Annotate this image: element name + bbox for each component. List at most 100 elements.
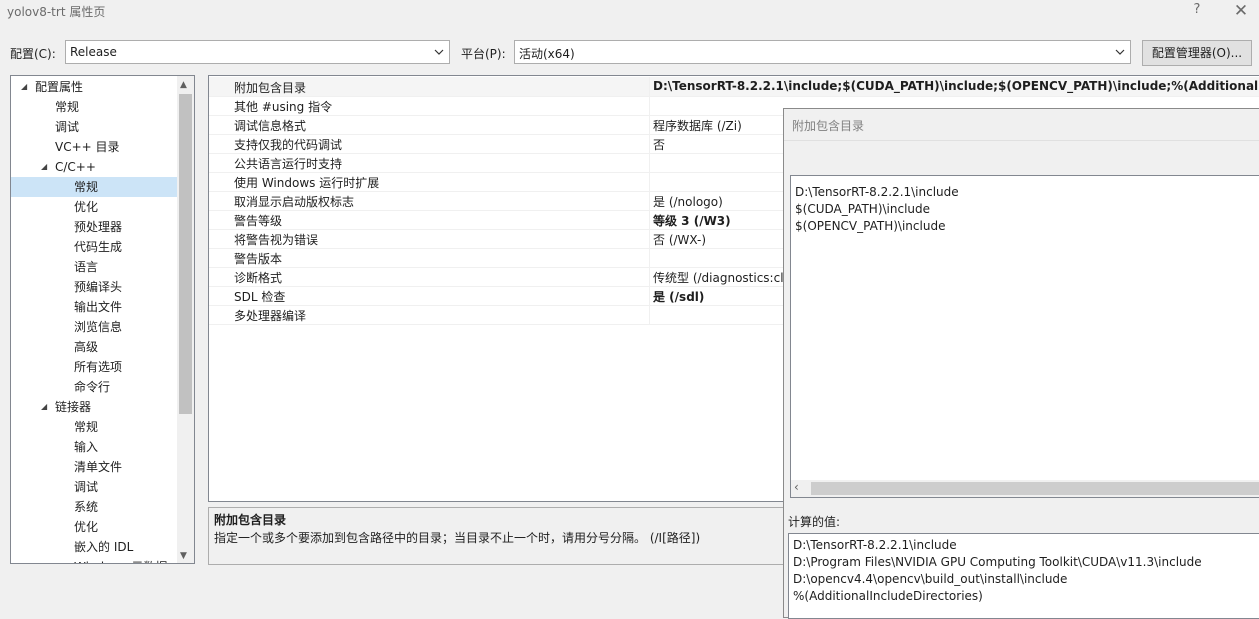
- tree-item-label: 常规: [74, 180, 99, 194]
- platform-select[interactable]: 活动(x64): [514, 40, 1131, 64]
- tree-item-label: 常规: [55, 100, 80, 114]
- chevron-down-icon: [434, 49, 444, 55]
- property-value[interactable]: 否 (/WX-): [653, 231, 706, 248]
- tree-item[interactable]: ◢ 配置属性: [11, 77, 177, 97]
- property-value[interactable]: 是 (/sdl): [653, 288, 704, 305]
- scroll-thumb[interactable]: [811, 482, 1259, 495]
- tree-item-label: 所有选项: [74, 360, 123, 374]
- tree-item[interactable]: 输入: [11, 437, 177, 457]
- tree-item[interactable]: ◢ C/C++: [11, 157, 177, 177]
- tree-item[interactable]: 浏览信息: [11, 317, 177, 337]
- column-divider: [649, 77, 650, 96]
- tree-item-label: 代码生成: [74, 240, 123, 254]
- tree-item-label: 预处理器: [74, 220, 123, 234]
- tree-item[interactable]: 所有选项: [11, 357, 177, 377]
- property-name: 警告版本: [234, 252, 283, 266]
- description-text: 指定一个或多个要添加到包含路径中的目录；当目录不止一个时，请用分号分隔。 (/I…: [214, 531, 701, 545]
- tree-item[interactable]: 系统: [11, 497, 177, 517]
- property-name: 多处理器编译: [234, 309, 307, 323]
- tree-item-label: 调试: [74, 480, 99, 494]
- scroll-left-icon[interactable]: ‹: [794, 480, 799, 494]
- config-manager-button[interactable]: 配置管理器(O)...: [1142, 40, 1252, 66]
- property-name: 调试信息格式: [234, 119, 307, 133]
- window-title: yolov8-trt 属性页: [7, 5, 106, 19]
- tree-item[interactable]: 常规: [11, 177, 177, 197]
- tree-item-label: C/C++: [55, 160, 96, 174]
- property-name: 取消显示启动版权标志: [234, 195, 355, 209]
- column-divider: [649, 115, 650, 134]
- property-value[interactable]: 否: [653, 136, 665, 153]
- tree-item-label: 语言: [74, 260, 99, 274]
- include-dir-line: $(CUDA_PATH)\include: [795, 202, 931, 216]
- tree-item-label: 链接器: [55, 400, 92, 414]
- tree-item-label: 输入: [74, 440, 99, 454]
- include-dir-line: $(OPENCV_PATH)\include: [795, 219, 946, 233]
- tree-item[interactable]: 常规: [11, 417, 177, 437]
- column-divider: [649, 286, 650, 305]
- column-divider: [649, 267, 650, 286]
- tree-item[interactable]: Windows 元数据: [11, 557, 177, 563]
- tree-item[interactable]: 语言: [11, 257, 177, 277]
- config-label: 配置(C):: [10, 47, 56, 61]
- scroll-up-icon[interactable]: ▲: [180, 80, 187, 90]
- tree-item[interactable]: 输出文件: [11, 297, 177, 317]
- tree-item-label: 嵌入的 IDL: [74, 540, 134, 554]
- tree-item[interactable]: 代码生成: [11, 237, 177, 257]
- tree-item-label: 配置属性: [35, 80, 84, 94]
- property-row[interactable]: 附加包含目录 D:\TensorRT-8.2.2.1\include;$(CUDA…: [209, 77, 1259, 97]
- tree-item-label: 浏览信息: [74, 320, 123, 334]
- property-value[interactable]: 是 (/nologo): [653, 193, 723, 210]
- tree-item-label: 命令行: [74, 380, 111, 394]
- tree-item-label: 高级: [74, 340, 99, 354]
- expand-arrow-icon[interactable]: ◢: [41, 397, 47, 417]
- tree-item[interactable]: 优化: [11, 197, 177, 217]
- tree-item-label: VC++ 目录: [55, 140, 120, 154]
- expand-arrow-icon[interactable]: ◢: [41, 157, 47, 177]
- tree-item[interactable]: 预处理器: [11, 217, 177, 237]
- help-icon[interactable]: ?: [1190, 2, 1204, 17]
- tree-item[interactable]: 清单文件: [11, 457, 177, 477]
- property-name: 将警告视为错误: [234, 233, 319, 247]
- tree-item[interactable]: 调试: [11, 477, 177, 497]
- property-name: 附加包含目录: [234, 81, 307, 95]
- property-name: 诊断格式: [234, 271, 283, 285]
- tree-item-label: 清单文件: [74, 460, 123, 474]
- config-value: Release: [70, 45, 117, 59]
- property-value[interactable]: 等级 3 (/W3): [653, 212, 731, 229]
- property-value[interactable]: D:\TensorRT-8.2.2.1\include;$(CUDA_PATH)…: [653, 79, 1259, 93]
- tree-item[interactable]: VC++ 目录: [11, 137, 177, 157]
- computed-value-line: D:\TensorRT-8.2.2.1\include: [793, 538, 957, 552]
- platform-value: 活动(x64): [519, 47, 575, 61]
- tree-item[interactable]: 常规: [11, 97, 177, 117]
- config-select[interactable]: Release: [65, 40, 450, 64]
- include-dir-line: D:\TensorRT-8.2.2.1\include: [795, 185, 959, 199]
- tree-item-label: Windows 元数据: [74, 557, 167, 563]
- tree-item-label: 调试: [55, 120, 80, 134]
- tree-item[interactable]: 高级: [11, 337, 177, 357]
- property-value[interactable]: 程序数据库 (/Zi): [653, 117, 742, 134]
- property-name: 公共语言运行时支持: [234, 157, 343, 171]
- expand-arrow-icon[interactable]: ◢: [21, 77, 27, 97]
- scroll-thumb[interactable]: [179, 94, 192, 414]
- tree-scrollbar[interactable]: ▲ ▼: [177, 76, 194, 563]
- tree-item[interactable]: 预编译头: [11, 277, 177, 297]
- column-divider: [649, 172, 650, 191]
- property-tree[interactable]: ◢ 配置属性 常规 调试 VC++ 目录 ◢ C/C++ 常规 优化 预处理器 代码生成 语言 预编译头…: [10, 75, 195, 564]
- description-title: 附加包含目录: [214, 513, 287, 527]
- tree-item[interactable]: 命令行: [11, 377, 177, 397]
- close-icon[interactable]: ✕: [1232, 1, 1250, 21]
- include-dirs-dialog: 附加包含目录 D:\TensorRT-8.2.2.1\include $(CUDA…: [783, 108, 1259, 619]
- property-name: 警告等级: [234, 214, 283, 228]
- tree-item[interactable]: ◢ 链接器: [11, 397, 177, 417]
- column-divider: [649, 229, 650, 248]
- column-divider: [649, 96, 650, 115]
- horizontal-scrollbar[interactable]: ‹: [791, 480, 1259, 497]
- include-dirs-editor[interactable]: D:\TensorRT-8.2.2.1\include $(CUDA_PATH)\…: [790, 175, 1259, 498]
- tree-item[interactable]: 调试: [11, 117, 177, 137]
- chevron-down-icon: [1115, 49, 1125, 55]
- title-bar: yolov8-trt 属性页 ? ✕: [0, 0, 1259, 24]
- column-divider: [649, 210, 650, 229]
- scroll-down-icon[interactable]: ▼: [180, 551, 187, 561]
- tree-item[interactable]: 优化: [11, 517, 177, 537]
- tree-item[interactable]: 嵌入的 IDL: [11, 537, 177, 557]
